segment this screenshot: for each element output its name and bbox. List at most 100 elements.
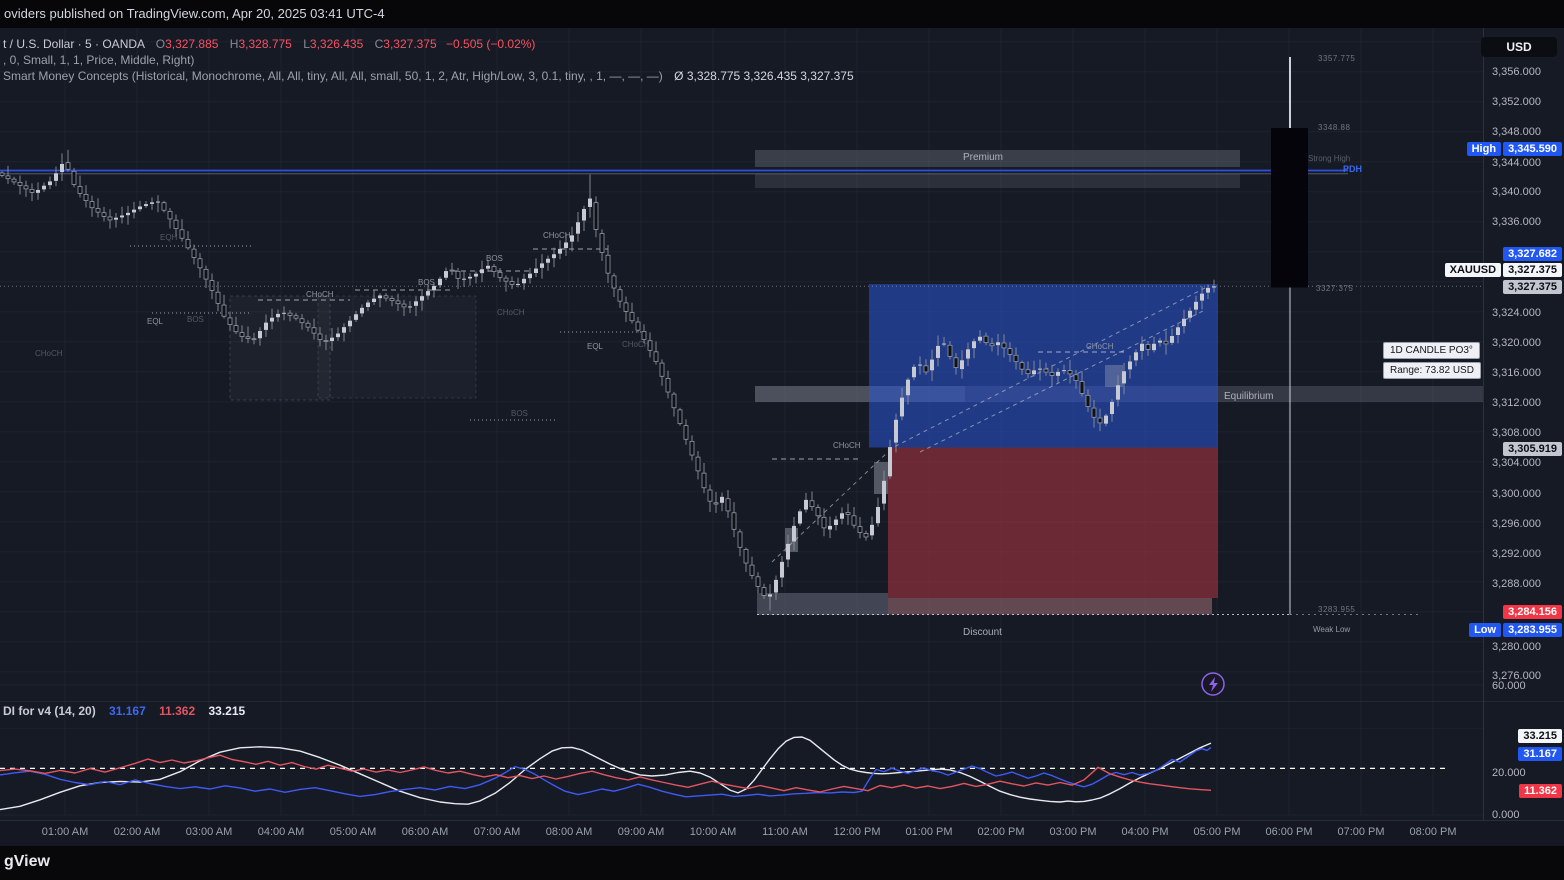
- price-label-value: 31.167: [1518, 747, 1562, 761]
- candle-body: [684, 426, 688, 440]
- candle-body: [456, 271, 460, 278]
- time-axis[interactable]: 01:00 AM02:00 AM03:00 AM04:00 AM05:00 AM…: [0, 820, 1564, 847]
- candle-body: [930, 360, 934, 371]
- candle-body: [108, 217, 112, 220]
- candle-body: [336, 334, 340, 338]
- candle-body: [1116, 385, 1120, 399]
- zone-rect: [318, 296, 476, 398]
- time-tick: 03:00 AM: [186, 826, 232, 838]
- candle-body: [690, 441, 694, 455]
- candle-body: [1020, 363, 1024, 369]
- candle-body: [942, 344, 946, 345]
- smc-label: CHoCH: [622, 340, 650, 349]
- time-tick: 03:00 PM: [1049, 826, 1096, 838]
- candle-body: [120, 215, 124, 217]
- candle-body: [708, 490, 712, 501]
- candle-body: [918, 365, 922, 366]
- candle-body: [660, 363, 664, 376]
- candle-body: [1002, 343, 1006, 348]
- smc-label: CHoCH: [497, 308, 525, 317]
- candle-body: [90, 202, 94, 208]
- price-label-row: XAUUSD3,327.375: [1445, 263, 1562, 277]
- candle-body: [114, 218, 118, 220]
- candle-body: [966, 349, 970, 358]
- candle-body: [714, 503, 718, 504]
- po3-tooltip-range: Range: 73.82 USD: [1383, 362, 1481, 379]
- bottom-bar: gView: [0, 846, 1564, 880]
- price-tick: 3,324.000: [1492, 307, 1541, 319]
- candle-body: [492, 267, 496, 272]
- candle-body: [252, 339, 256, 340]
- candle-body: [570, 235, 574, 241]
- candle-body: [156, 202, 160, 203]
- candle-body: [978, 337, 982, 341]
- candle-body: [312, 328, 316, 333]
- candle-body: [840, 513, 844, 518]
- smc-label: CHoCH: [35, 349, 63, 358]
- candle-body: [888, 447, 892, 476]
- candle-body: [1170, 336, 1174, 343]
- candle-body: [654, 352, 658, 362]
- candle-body: [480, 269, 484, 273]
- candle-body: [546, 259, 550, 263]
- candle-body: [738, 532, 742, 547]
- candle-body: [936, 346, 940, 358]
- po3-faint-price: 3327.375: [1316, 284, 1353, 293]
- price-tick: 3,316.000: [1492, 367, 1541, 379]
- candle-body: [600, 234, 604, 253]
- candle-body: [462, 279, 466, 280]
- candle-body: [318, 334, 322, 340]
- candle-body: [390, 298, 394, 300]
- time-tick: 05:00 AM: [330, 826, 376, 838]
- price-axis[interactable]: 3,356.0003,352.0003,348.0003,344.0003,34…: [1484, 28, 1564, 820]
- price-label-value: 3,284.156: [1503, 605, 1562, 619]
- candle-body: [606, 255, 610, 273]
- price-label-value: 33.215: [1518, 729, 1562, 743]
- candle-body: [216, 292, 220, 303]
- candle-body: [1032, 370, 1036, 374]
- candle-body: [204, 269, 208, 279]
- candle-body: [750, 565, 754, 575]
- candle-body: [306, 323, 310, 327]
- candle-body: [42, 186, 46, 190]
- candle-body: [1188, 311, 1192, 318]
- candle-body: [954, 358, 958, 368]
- zone-rect: [869, 284, 1218, 448]
- candle-body: [906, 380, 910, 396]
- candle-body: [846, 512, 850, 514]
- price-tick: 3,336.000: [1492, 216, 1541, 228]
- candle-body: [192, 249, 196, 257]
- candle-body: [882, 481, 886, 504]
- candle-body: [768, 594, 772, 596]
- time-tick: 01:00 AM: [42, 826, 88, 838]
- candle-body: [558, 249, 562, 254]
- price-label-row: 3,305.919: [1503, 442, 1562, 456]
- candle-body: [486, 266, 490, 269]
- candle-body: [342, 327, 346, 333]
- candle-body: [150, 202, 154, 204]
- candle-body: [324, 340, 328, 341]
- candle-body: [1152, 344, 1156, 350]
- price-tick: 3,352.000: [1492, 96, 1541, 108]
- candle-body: [516, 284, 520, 285]
- grid: [0, 28, 1483, 815]
- currency-toggle-button[interactable]: USD: [1481, 37, 1557, 57]
- flash-order-button[interactable]: [1202, 673, 1224, 695]
- po3-faint-price: 3348.88: [1318, 123, 1350, 132]
- zone-rect: [755, 174, 1240, 188]
- candle-body: [408, 306, 412, 307]
- price-tick: 3,344.000: [1492, 157, 1541, 169]
- smc-label: CHoCH: [1086, 342, 1114, 351]
- candle-body: [294, 316, 298, 318]
- candle-body: [1080, 382, 1084, 394]
- candle-body: [786, 544, 790, 560]
- candle-body: [762, 588, 766, 596]
- smc-label: EQL: [147, 317, 164, 326]
- chart-canvas[interactable]: 3357.7753348.883327.3753283.955CHoCHEQHE…: [0, 0, 1564, 820]
- price-tick: 3,308.000: [1492, 427, 1541, 439]
- time-tick: 04:00 AM: [258, 826, 304, 838]
- candle-body: [870, 525, 874, 536]
- candle-body: [1014, 355, 1018, 361]
- candle-body: [1134, 352, 1138, 360]
- di-series-plusDI: [0, 747, 1211, 796]
